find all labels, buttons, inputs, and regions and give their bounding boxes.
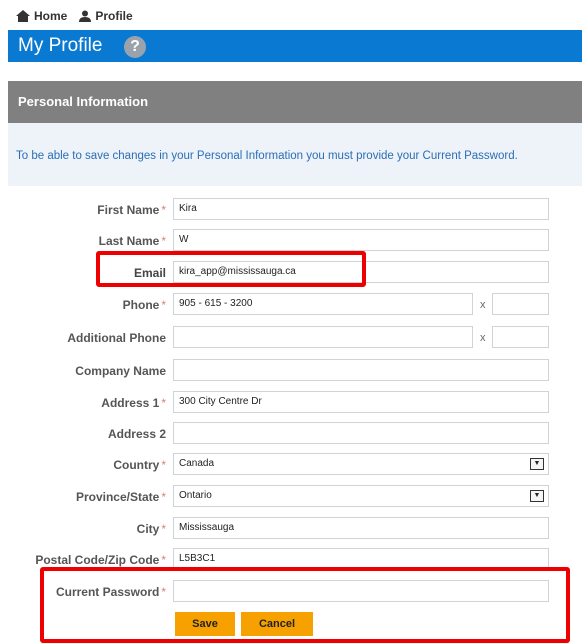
extension-separator: x [480,332,486,344]
city-row: City * Mississauga [0,517,582,541]
last-name-field[interactable]: W [173,229,549,251]
postal-field[interactable]: L5B3C1 [173,548,549,570]
phone-field[interactable]: 905 - 615 - 3200 [173,293,473,315]
country-value: Canada [179,458,215,469]
cancel-button[interactable]: Cancel [241,612,313,636]
email-field[interactable]: kira_app@mississauga.ca [173,261,549,283]
postal-label: Postal Code/Zip Code * [35,553,166,567]
help-icon[interactable]: ? [124,36,146,58]
address2-row: Address 2 [0,422,582,446]
current-password-row: Current Password * [0,580,582,604]
additional-phone-row: Additional Phone x [0,326,582,350]
email-label: Email [133,266,166,280]
city-label: City * [136,522,166,536]
extension-separator: x [480,299,486,311]
city-field[interactable]: Mississauga [173,517,549,539]
address1-label: Address 1 * [101,396,166,410]
phone-row: Phone * 905 - 615 - 3200 x [0,293,582,317]
chevron-down-icon[interactable]: ▼ [530,458,544,470]
address2-field[interactable] [173,422,549,444]
breadcrumb-profile[interactable]: Profile [79,9,133,23]
breadcrumb: Home Profile [16,7,145,25]
address1-field[interactable]: 300 City Centre Dr [173,391,549,413]
page-title: My Profile [18,35,103,56]
password-notice: To be able to save changes in your Perso… [8,123,582,186]
last-name-label: Last Name * [98,234,166,248]
section-header: Personal Information [8,81,582,123]
required-mark: * [161,553,166,567]
postal-row: Postal Code/Zip Code * L5B3C1 [0,548,582,572]
first-name-row: First Name * Kira [0,198,582,222]
phone-label: Phone * [122,298,166,312]
user-icon [79,10,92,22]
company-name-label: Company Name [75,364,166,378]
required-mark: * [161,203,166,217]
address2-label: Address 2 [107,427,166,441]
additional-phone-label: Additional Phone [67,331,166,345]
required-mark: * [161,396,166,410]
phone-extension-field[interactable] [492,293,549,315]
address1-row: Address 1 * 300 City Centre Dr [0,391,582,415]
province-row: Province/State * Ontario ▼ [0,485,582,509]
current-password-label: Current Password * [55,585,166,599]
country-row: Country * Canada ▼ [0,453,582,477]
save-button[interactable]: Save [175,612,235,636]
notice-text: To be able to save changes in your Perso… [16,150,518,162]
current-password-field[interactable] [173,580,549,602]
first-name-field[interactable]: Kira [173,198,549,220]
breadcrumb-home-label: Home [34,9,68,23]
page-title-bar: My Profile ? [8,30,582,62]
additional-phone-field[interactable] [173,326,473,348]
province-value: Ontario [179,490,212,501]
province-label: Province/State * [75,490,166,504]
first-name-label: First Name * [97,203,166,217]
country-select[interactable]: Canada ▼ [173,453,549,475]
required-mark: * [161,234,166,248]
chevron-down-icon[interactable]: ▼ [530,490,544,502]
home-icon [16,10,30,22]
last-name-row: Last Name * W [0,229,582,253]
required-mark: * [161,298,166,312]
section-title: Personal Information [18,94,149,109]
required-mark: * [161,490,166,504]
email-row: Email kira_app@mississauga.ca [0,261,582,285]
required-mark: * [161,585,166,599]
country-label: Country * [113,458,166,472]
required-mark: * [161,458,166,472]
company-name-field[interactable] [173,359,549,381]
required-mark: * [161,522,166,536]
additional-phone-extension-field[interactable] [492,326,549,348]
breadcrumb-home[interactable]: Home [16,9,67,23]
province-select[interactable]: Ontario ▼ [173,485,549,507]
breadcrumb-profile-label: Profile [95,9,133,23]
company-name-row: Company Name [0,359,582,383]
